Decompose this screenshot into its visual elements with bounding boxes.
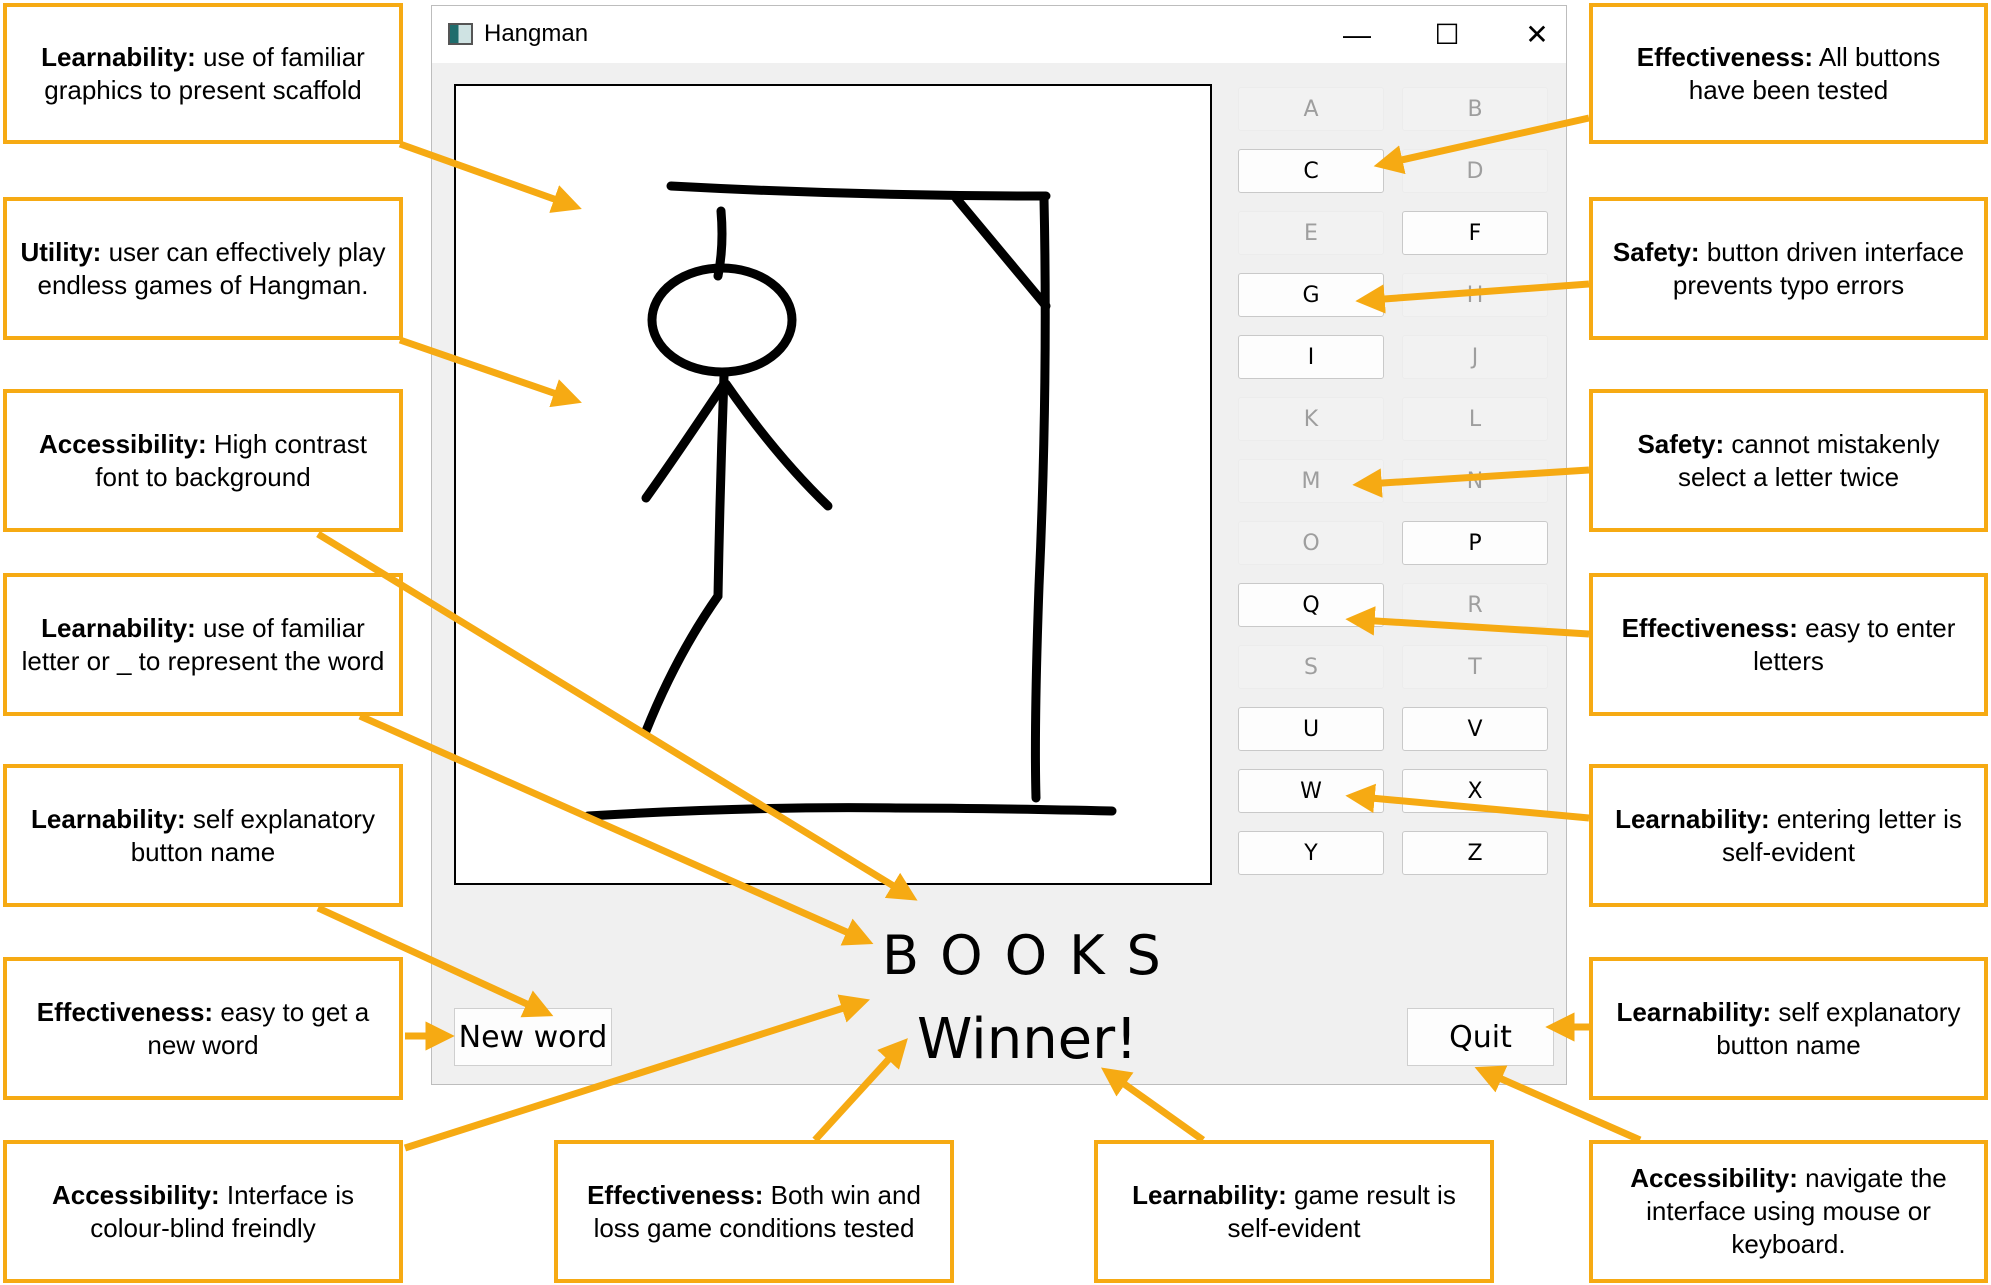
arrow <box>316 531 918 901</box>
arrow <box>398 140 582 213</box>
annotation-arrows <box>316 114 1642 1152</box>
arrow <box>1373 114 1590 175</box>
arrow <box>398 336 582 408</box>
arrow <box>358 712 874 946</box>
arrow <box>1345 783 1590 822</box>
arrow <box>812 1038 908 1143</box>
arrow <box>403 994 871 1152</box>
arrow <box>1345 606 1590 638</box>
arrow <box>1101 1067 1206 1143</box>
arrow <box>1352 466 1590 498</box>
arrow <box>316 904 554 1018</box>
arrow <box>1355 280 1590 314</box>
arrow <box>1474 1065 1642 1144</box>
